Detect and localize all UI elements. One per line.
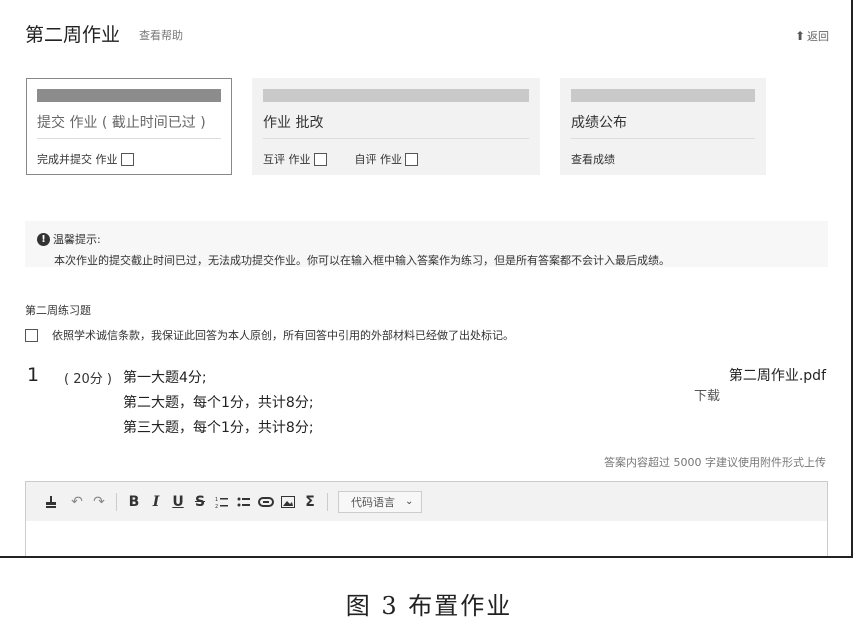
step-progress-bar [263, 89, 529, 102]
svg-text:2: 2 [215, 504, 218, 509]
step-card-submit[interactable]: 提交 作业 ( 截止时间已过 ) 完成并提交 作业 [26, 78, 232, 175]
peer-review-label: 互评 作业 [263, 153, 311, 166]
redo-icon[interactable]: ↷ [88, 492, 110, 512]
integrity-pledge-checkbox[interactable] [25, 328, 38, 342]
view-grades-link[interactable]: 查看成绩 [571, 151, 615, 167]
code-language-label: 代码语言 [351, 495, 395, 509]
format-painter-icon[interactable] [40, 492, 62, 512]
answer-editor[interactable]: ↶ ↷ B I U S 12 Σ 代码语言 ⌄ [25, 481, 828, 556]
undo-icon[interactable]: ↶ [66, 492, 88, 512]
italic-icon[interactable]: I [145, 492, 167, 512]
bold-icon[interactable]: B [123, 492, 145, 512]
question-number: 1 [27, 364, 40, 386]
bullet-list-icon[interactable] [233, 492, 255, 512]
question-score: ( 20分 ) [64, 372, 112, 387]
page-title: 第二周作业 [25, 24, 121, 46]
question-line: 第三大题，每个1分，共计8分; [123, 420, 314, 436]
code-language-select[interactable]: 代码语言 ⌄ [338, 490, 423, 513]
self-review-checkbox[interactable] [405, 152, 418, 166]
section-title: 第二周练习题 [25, 304, 91, 317]
notice-body: 本次作业的提交截止时间已过，无法成功提交作业。你可以在输入框中输入答案作为练习，… [54, 254, 670, 267]
app-window: 第二周作业 查看帮助 ⬆ 返回 提交 作业 ( 截止时间已过 ) 完成并提交 作… [0, 0, 853, 558]
back-arrow-icon: ⬆ [794, 29, 805, 43]
ordered-list-icon[interactable]: 12 [211, 492, 233, 512]
chevron-down-icon: ⌄ [405, 496, 414, 507]
link-icon[interactable] [255, 492, 277, 512]
back-link[interactable]: ⬆ 返回 [795, 28, 829, 44]
help-link[interactable]: 查看帮助 [139, 27, 183, 43]
svg-text:1: 1 [215, 497, 218, 503]
attachment-link[interactable]: 第二周作业.pdf [729, 365, 826, 385]
strikethrough-icon[interactable]: S [189, 492, 211, 512]
peer-review-checkbox[interactable] [313, 152, 327, 166]
self-review-label: 自评 作业 [354, 153, 403, 166]
length-hint: 答案内容超过 5000 字建议使用附件形式上传 [604, 456, 826, 469]
exclamation-icon: ! [37, 232, 50, 246]
step-progress-bar [37, 89, 221, 102]
question-line: 第一大题4分; [123, 370, 207, 386]
submit-homework-checkbox[interactable] [120, 152, 134, 166]
download-link[interactable]: 下载 [694, 385, 720, 404]
notice-box: ! 温馨提示: 本次作业的提交截止时间已过，无法成功提交作业。你可以在输入框中输… [25, 221, 828, 267]
step-progress-bar [571, 89, 755, 102]
toolbar-separator [116, 492, 117, 511]
question-text: 第一大题4分; 第二大题，每个1分，共计8分; 第三大题，每个1分，共计8分; [123, 366, 314, 441]
editor-toolbar: ↶ ↷ B I U S 12 Σ 代码语言 ⌄ [26, 482, 827, 521]
step-card-results[interactable]: 成绩公布 查看成绩 [560, 78, 766, 175]
image-icon[interactable] [277, 492, 299, 512]
step-title-results: 成绩公布 [571, 115, 627, 131]
question-line: 第二大题，每个1分，共计8分; [123, 395, 314, 411]
divider [263, 138, 529, 139]
step-title-submit: 提交 作业 ( 截止时间已过 ) [37, 115, 206, 131]
notice-title: 温馨提示: [53, 233, 101, 246]
divider [571, 138, 755, 139]
integrity-pledge-label: 依照学术诚信条款，我保证此回答为本人原创，所有回答中引用的外部材料已经做了出处标… [52, 329, 514, 342]
step-card-grading[interactable]: 作业 批改 互评 作业 自评 作业 [252, 78, 540, 175]
underline-icon[interactable]: U [167, 492, 189, 512]
formula-icon[interactable]: Σ [299, 492, 321, 512]
toolbar-separator [327, 492, 328, 511]
step-title-grading: 作业 批改 [263, 115, 324, 131]
back-label: 返回 [807, 30, 829, 43]
submit-homework-label: 完成并提交 作业 [37, 153, 118, 166]
figure-caption: 图 3 布置作业 [345, 592, 513, 620]
divider [37, 138, 221, 139]
